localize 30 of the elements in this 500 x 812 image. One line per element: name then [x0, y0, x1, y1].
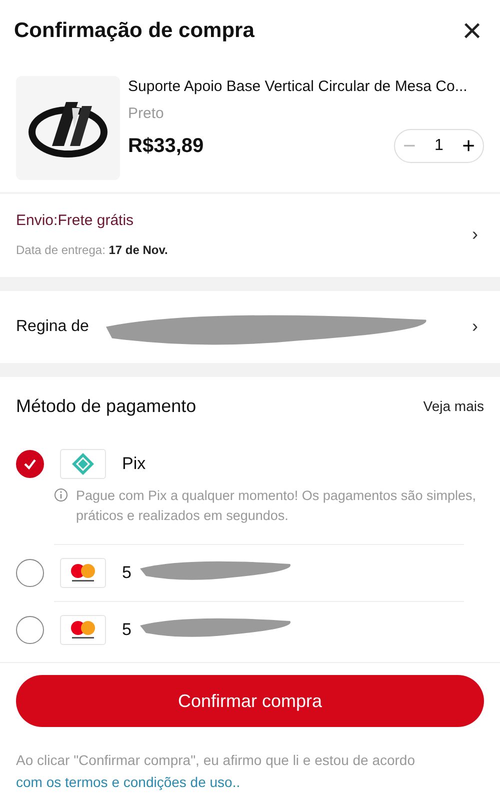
terms-notice: Ao clicar "Confirmar compra", eu afirmo que li e estou de acordo com os termos e condições de uso.. — [16, 751, 416, 792]
shipping-label: Envio:Frete grátis — [16, 211, 135, 231]
see-more-link[interactable]: Veja mais — [423, 396, 484, 416]
terms-link[interactable]: com os termos e condições de uso.. — [16, 774, 240, 790]
chevron-button[interactable]: › — [466, 312, 484, 341]
close-button[interactable]: × — [458, 14, 486, 48]
payment-method-label: 5 — [122, 620, 132, 639]
chevron-button[interactable]: › — [466, 220, 484, 249]
payment-info-text: Pague com Pix a qualquer momento! Os pagamentos são simples, práticos e realizados em segundos. — [76, 486, 477, 525]
payment-method-label: Pix — [122, 454, 146, 472]
diamond-logo-icon — [60, 448, 106, 478]
product-price: R$33,89 — [128, 134, 204, 159]
card-logo-icon — [60, 615, 106, 645]
product-title: Suporte Apoio Base Vertical Circular de Mesa Co... — [128, 77, 468, 97]
card-logo-icon — [60, 558, 106, 588]
confirm-purchase-button[interactable]: Confirmar compra — [16, 675, 484, 727]
check-icon — [23, 456, 37, 470]
info-icon — [54, 488, 68, 502]
radio-button[interactable] — [16, 559, 44, 587]
page-title: Confirmação de compra — [14, 18, 254, 44]
quantity-stepper[interactable]: − 1 + — [394, 129, 484, 163]
payment-method-label: 5 — [122, 563, 132, 582]
product-variant: Preto — [128, 104, 165, 124]
address-text: Regina de — [16, 316, 89, 336]
section-title: Método de pagamento — [16, 394, 196, 418]
increase-button[interactable]: + — [462, 135, 475, 157]
delivery-date: Data de entrega: 17 de Nov. — [16, 242, 168, 258]
radio-button[interactable] — [16, 450, 44, 478]
quantity-value: 1 — [434, 136, 444, 156]
radio-button[interactable] — [16, 616, 44, 644]
